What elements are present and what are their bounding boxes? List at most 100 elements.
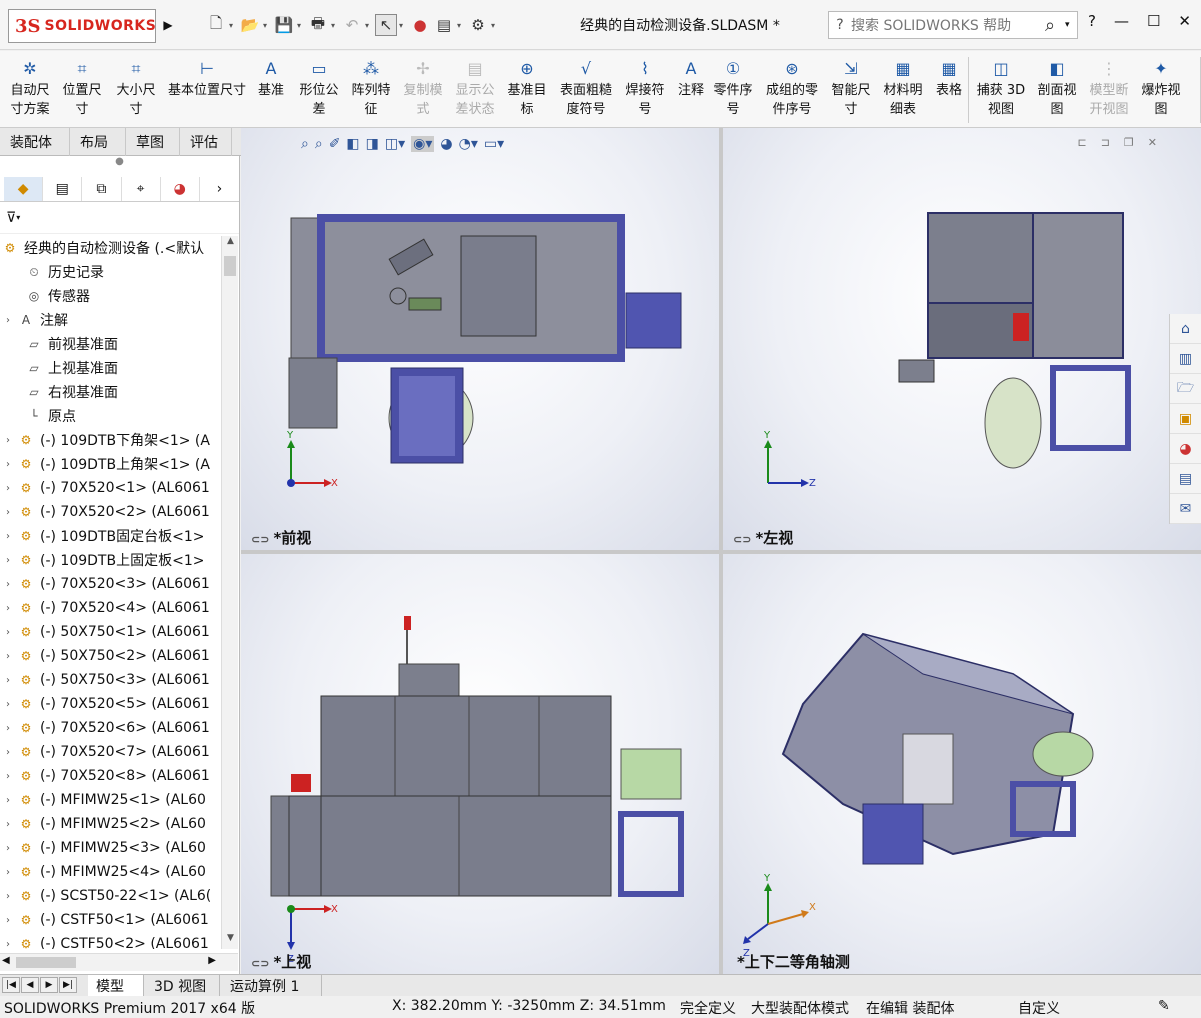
design-library-icon[interactable]: ▥ <box>1170 344 1201 374</box>
ribbon-button-19[interactable]: ◧ 剖面视图 <box>1034 55 1080 119</box>
ribbon-button-0[interactable]: ✲ 自动尺 寸方案 <box>6 55 54 119</box>
tree-item[interactable]: › ⚙ (-) 50X750<3> (AL6061 <box>0 668 220 692</box>
tree-item[interactable]: › ⚙ (-) 70X520<1> (AL6061 <box>0 476 220 500</box>
panel-grip[interactable]: ● <box>0 156 239 176</box>
filter-icon[interactable]: ⊽ <box>6 210 16 226</box>
expand-arrow-icon[interactable]: › <box>0 579 16 590</box>
expand-arrow-icon[interactable]: › <box>0 627 16 638</box>
ribbon-button-16[interactable]: ▦ 材料明 细表 <box>880 55 926 119</box>
ribbon-button-20[interactable]: ⋮ 模型断 开视图 <box>1086 55 1132 119</box>
expand-arrow-icon[interactable]: › <box>0 819 16 830</box>
expand-arrow-icon[interactable]: › <box>0 675 16 686</box>
tree-item[interactable]: › ⚙ (-) CSTF50<1> (AL6061 <box>0 908 220 932</box>
ribbon-button-11[interactable]: ⌇ 焊接符号 <box>622 55 668 119</box>
tree-item[interactable]: › ⚙ (-) 70X520<7> (AL6061 <box>0 740 220 764</box>
custom-properties-icon[interactable]: ▤ <box>1170 464 1201 494</box>
tree-item[interactable]: › ⚙ (-) 70X520<5> (AL6061 <box>0 692 220 716</box>
search-dropdown-icon[interactable]: ▾ <box>1065 20 1077 30</box>
expand-arrow-icon[interactable]: › <box>0 915 16 926</box>
ribbon-button-6[interactable]: ⁂ 阵列特征 <box>348 55 394 119</box>
viewport-top[interactable]: Z X ⊂⊃ *上视 <box>241 554 719 974</box>
expand-arrow-icon[interactable]: › <box>0 459 16 470</box>
expand-arrow-icon[interactable]: › <box>0 843 16 854</box>
undo-icon[interactable]: ↶ <box>341 14 363 36</box>
scroll-thumb[interactable] <box>224 256 236 276</box>
new-icon[interactable]: 🗋 <box>205 14 227 36</box>
search-input[interactable]: 搜索 SOLIDWORKS 帮助 <box>851 15 1035 35</box>
tree-item[interactable]: › ⚙ (-) 109DTB下角架<1> (A <box>0 428 220 452</box>
tree-item[interactable]: › ⚙ (-) 70X520<2> (AL6061 <box>0 500 220 524</box>
tree-item[interactable]: › ⚙ (-) 70X520<4> (AL6061 <box>0 596 220 620</box>
display-manager-tab-icon[interactable]: ◕ <box>161 176 200 201</box>
help-button[interactable]: ? <box>1088 12 1096 38</box>
undo-dropdown-icon[interactable]: ▾ <box>365 21 373 30</box>
ribbon-button-8[interactable]: ▤ 显示公 差状态 <box>452 55 498 119</box>
select-dropdown-icon[interactable]: ▾ <box>399 21 407 30</box>
tree-item[interactable]: › ⚙ (-) 109DTB固定台板<1> <box>0 524 220 548</box>
appearances-icon[interactable]: ◕ <box>1170 434 1201 464</box>
tree-item[interactable]: › ⚙ (-) 70X520<6> (AL6061 <box>0 716 220 740</box>
expand-arrow-icon[interactable]: › <box>0 435 16 446</box>
tree-item[interactable]: › ⚙ (-) 109DTB上固定板<1> <box>0 548 220 572</box>
print-dropdown-icon[interactable]: ▾ <box>331 21 339 30</box>
tree-item[interactable]: › ⚙ (-) 70X520<8> (AL6061 <box>0 764 220 788</box>
tree-item[interactable]: › A 注解 <box>0 308 220 332</box>
tree-item[interactable]: ◎ 传感器 <box>0 284 220 308</box>
maximize-button[interactable]: ☐ <box>1147 12 1160 38</box>
configurationmanager-tab-icon[interactable]: ⧉ <box>82 176 122 201</box>
status-tooltip-icon[interactable]: ✎ <box>1158 998 1170 1014</box>
tree-item[interactable]: › ⚙ (-) CSTF50<2> (AL6061 <box>0 932 220 949</box>
tree-root[interactable]: ⚙ 经典的自动检测设备 (.<默认 <box>0 236 220 260</box>
expand-arrow-icon[interactable]: › <box>0 483 16 494</box>
expand-arrow-icon[interactable]: › <box>0 795 16 806</box>
options-icon[interactable]: ⚙ <box>467 14 489 36</box>
panel-tabs-more-icon[interactable]: › <box>200 177 239 201</box>
next-tab-icon[interactable]: ▶ <box>40 977 58 993</box>
status-custom[interactable]: 自定义 <box>1018 998 1060 1018</box>
prev-tab-icon[interactable]: ◀ <box>21 977 39 993</box>
first-tab-icon[interactable]: |◀ <box>2 977 20 993</box>
tree-item[interactable]: › ⚙ (-) SCST50-22<1> (AL6( <box>0 884 220 908</box>
filter-dropdown-icon[interactable]: ▾ <box>16 213 20 222</box>
solidworks-resources-icon[interactable]: ⌂ <box>1170 314 1201 344</box>
ribbon-button-14[interactable]: ⊛ 成组的零 件序号 <box>762 55 822 119</box>
scroll-left-icon[interactable]: ◀ <box>2 955 10 966</box>
scroll-right-icon[interactable]: ▶ <box>208 955 216 966</box>
featuremanager-tab-icon[interactable]: ◆ <box>4 176 44 201</box>
expand-arrow-icon[interactable]: › <box>0 771 16 782</box>
ribbon-button-2[interactable]: ⌗ 大小尺寸 <box>112 55 160 119</box>
tab-3[interactable]: 评估 <box>184 128 232 156</box>
expand-arrow-icon[interactable]: › <box>0 699 16 710</box>
expand-arrow-icon[interactable]: › <box>0 555 16 566</box>
tab-2[interactable]: 草图 <box>130 128 180 156</box>
bottom-tab-2[interactable]: 运动算例 1 <box>222 975 322 997</box>
propertymanager-tab-icon[interactable]: ▤ <box>43 176 83 201</box>
ribbon-button-3[interactable]: ⊢ 基本位置尺寸 <box>164 55 250 100</box>
tree-item[interactable]: › ⚙ (-) MFIMW25<3> (AL60 <box>0 836 220 860</box>
solidworks-logo[interactable]: 3S SOLIDWORKS <box>8 9 156 43</box>
close-button[interactable]: ✕ <box>1178 12 1191 38</box>
file-explorer-icon[interactable]: 🗁 <box>1170 374 1201 404</box>
tree-item[interactable]: └ 原点 <box>0 404 220 428</box>
search-icon[interactable]: ⌕ <box>1035 15 1065 36</box>
ribbon-button-12[interactable]: A 注释 <box>674 55 708 100</box>
options-dropdown-icon[interactable]: ▾ <box>491 21 499 30</box>
tree-item[interactable]: ▱ 右视基准面 <box>0 380 220 404</box>
ribbon-button-17[interactable]: ▦ 表格 <box>934 55 964 100</box>
tree-vertical-scrollbar[interactable]: ▲ ▼ <box>221 236 238 949</box>
help-search-box[interactable]: ? 搜索 SOLIDWORKS 帮助 ⌕ ▾ <box>828 11 1078 39</box>
ribbon-button-21[interactable]: ✦ 爆炸视图 <box>1138 55 1184 119</box>
tree-item[interactable]: ▱ 上视基准面 <box>0 356 220 380</box>
expand-arrow-icon[interactable]: › <box>0 315 16 326</box>
forum-icon[interactable]: ✉ <box>1170 494 1201 524</box>
ribbon-button-18[interactable]: ◫ 捕获 3D 视图 <box>974 55 1028 119</box>
open-dropdown-icon[interactable]: ▾ <box>263 21 271 30</box>
tree-horizontal-scrollbar[interactable]: ◀ ▶ <box>0 953 238 971</box>
ribbon-button-15[interactable]: ⇲ 智能尺寸 <box>828 55 874 119</box>
tree-item[interactable]: › ⚙ (-) 50X750<1> (AL6061 <box>0 620 220 644</box>
save-icon[interactable]: 💾 <box>273 14 295 36</box>
expand-arrow-icon[interactable]: › <box>0 723 16 734</box>
menu-expand-arrow-icon[interactable]: ▶ <box>160 14 176 36</box>
traffic-light-icon[interactable]: ● <box>409 14 431 36</box>
tree-item[interactable]: › ⚙ (-) 109DTB上角架<1> (A <box>0 452 220 476</box>
